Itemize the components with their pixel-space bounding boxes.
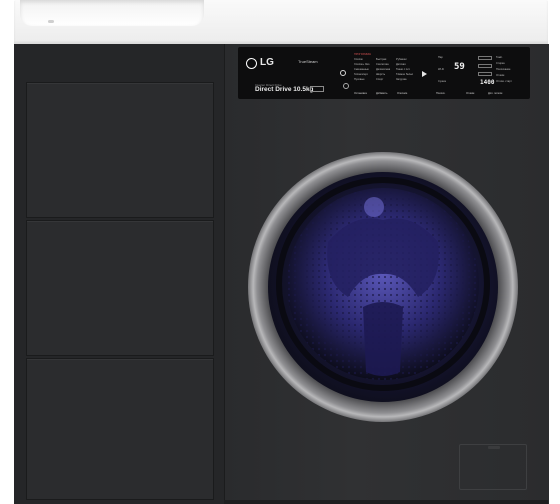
drawer-top[interactable] <box>26 82 214 218</box>
display-time: 59 <box>454 62 465 72</box>
program-item[interactable]: Деликатная <box>376 68 390 71</box>
program-item[interactable]: Спорт <box>376 78 383 81</box>
option-indicator <box>478 72 492 76</box>
program-item[interactable]: Рубашки <box>396 58 407 61</box>
program-item[interactable]: Тёмное бельё <box>396 73 413 76</box>
option-indicator <box>478 64 492 68</box>
filter-access-door[interactable] <box>459 444 527 490</box>
option-label[interactable]: Полоскание <box>496 68 511 71</box>
power-button[interactable] <box>340 70 346 76</box>
drawer-bottom[interactable] <box>26 358 214 500</box>
drum-interior-icon <box>276 177 490 391</box>
program-item[interactable]: Синтетика <box>376 63 389 66</box>
program-item[interactable]: Смешанные <box>354 68 369 71</box>
start-pause-icon[interactable] <box>422 71 427 77</box>
option-label[interactable]: Wi-Fi <box>438 68 444 71</box>
option-label[interactable]: Стирка <box>496 62 505 65</box>
option-label[interactable]: Темп. <box>496 56 503 59</box>
program-item[interactable]: Хлопок <box>354 58 363 61</box>
drawer-middle[interactable] <box>26 220 214 356</box>
base-plinth <box>224 500 548 504</box>
program-item[interactable]: Пуховые <box>354 78 365 81</box>
lg-logo-icon <box>246 58 257 69</box>
program-item[interactable]: Детская <box>396 63 406 66</box>
option-label[interactable]: Отжим <box>496 74 504 77</box>
program-item[interactable]: Шерсть <box>376 73 385 76</box>
feature-icons <box>310 86 324 92</box>
program-item[interactable]: Гипоаллерг. <box>354 73 368 76</box>
program-dial[interactable] <box>343 83 349 89</box>
steam-badge: TrueSteam <box>298 59 318 64</box>
panel-button[interactable]: Полоск. <box>436 92 445 95</box>
panel-button[interactable]: Ополаск. <box>397 92 408 95</box>
option-label[interactable]: Сушка <box>438 80 446 83</box>
program-item[interactable]: Хлопок+ Эко <box>354 63 369 66</box>
program-item[interactable]: Загрузка <box>396 78 407 81</box>
filter-door-notch[interactable] <box>488 446 500 449</box>
panel-button[interactable]: Остановка <box>354 92 367 95</box>
sink-drain <box>48 20 54 23</box>
option-label[interactable]: Отлож. старт <box>496 80 512 83</box>
washer-with-cabinet-photo: LG TrueSteam Inverter Direct Drive Direc… <box>0 0 560 504</box>
option-label[interactable]: Пар <box>438 56 443 59</box>
option-indicator <box>478 56 492 60</box>
panel-button[interactable]: Отжим <box>466 92 474 95</box>
display-rpm: 1400 <box>480 79 495 86</box>
panel-button[interactable]: Добавить <box>376 92 387 95</box>
programs-header: ПРОГРАММЫ <box>354 53 371 56</box>
panel-button[interactable]: Доп. полоск. <box>488 92 503 95</box>
program-item[interactable]: Ткани с пит. <box>396 68 410 71</box>
program-item[interactable]: Быстрая <box>376 58 386 61</box>
model-line: Direct Drive 10.5kg <box>255 86 314 93</box>
brand-logo-text: LG <box>260 57 274 68</box>
cabinet <box>14 44 224 504</box>
